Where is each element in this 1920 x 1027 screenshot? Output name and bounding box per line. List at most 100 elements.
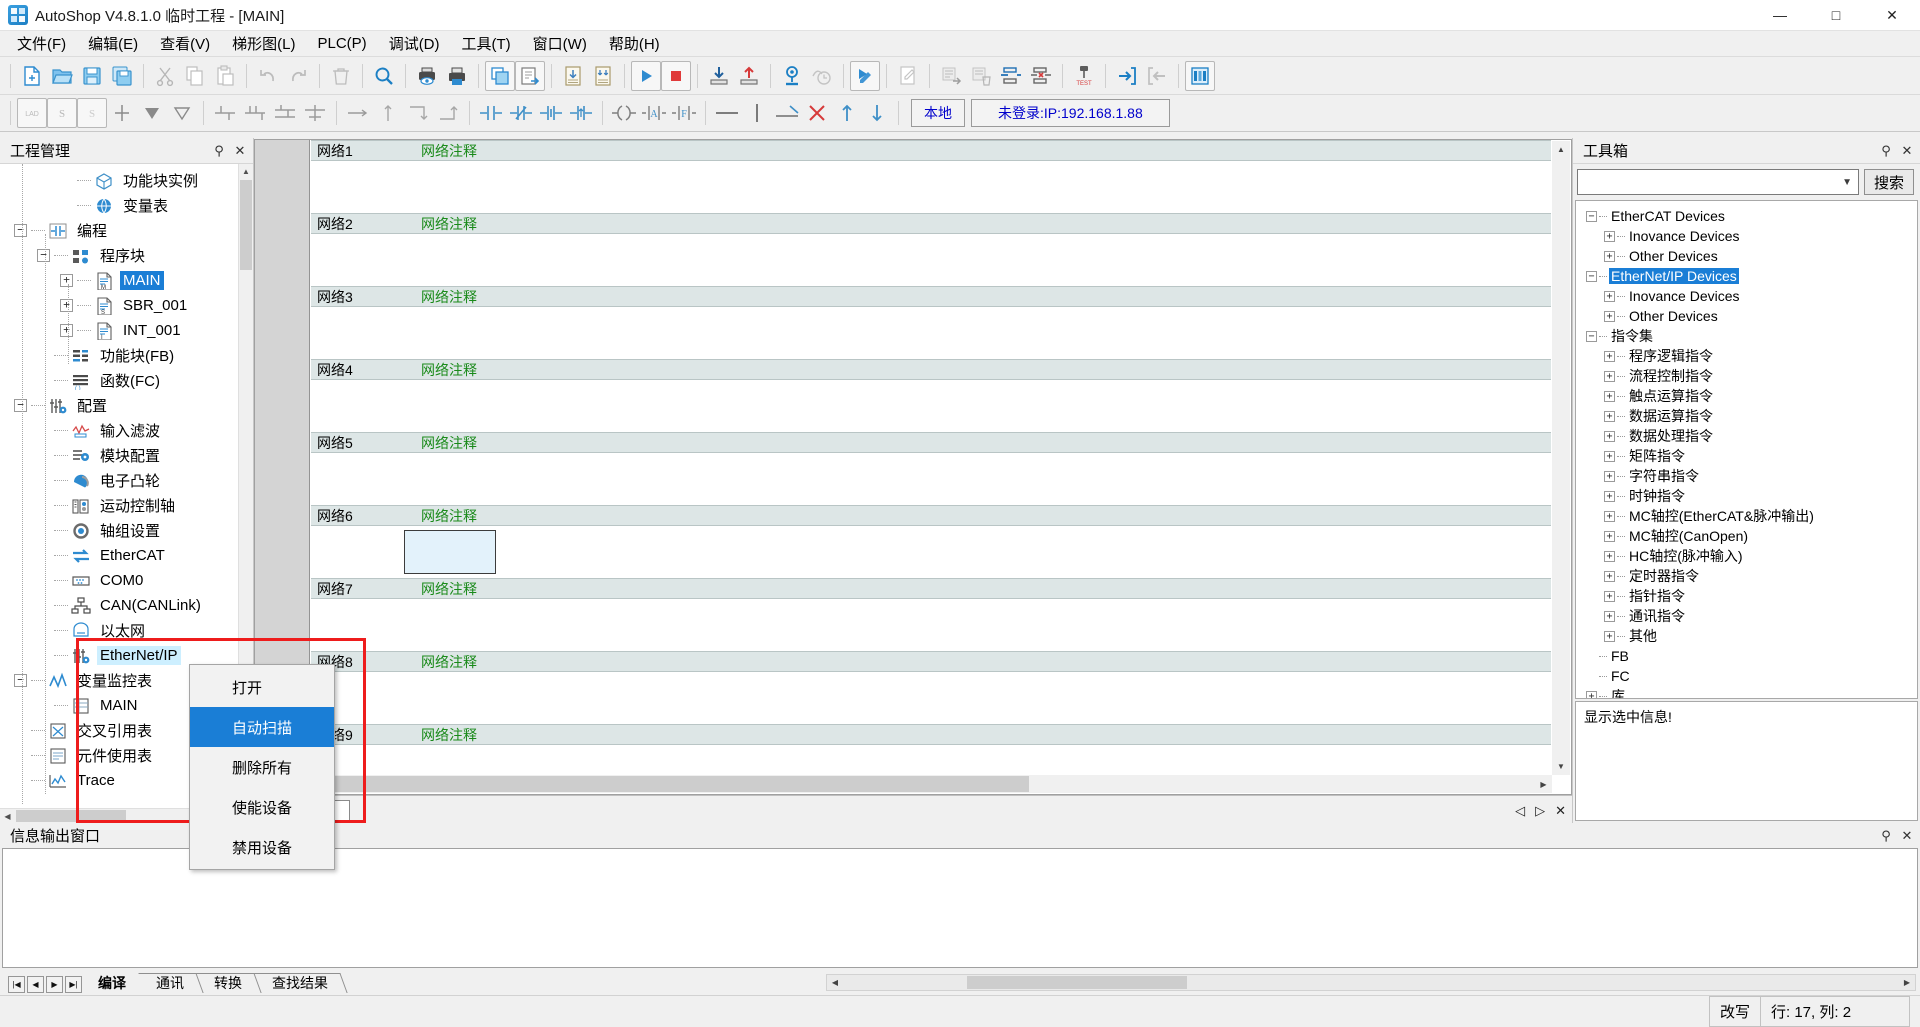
close-button[interactable]: ✕ — [1864, 0, 1920, 30]
output-tab[interactable]: 转换 — [200, 973, 258, 993]
toolbox-tree-item[interactable]: −EtherNet/IP Devices — [1582, 266, 1917, 286]
scroll-left-arrow[interactable]: ◀ — [0, 809, 15, 823]
import-data-icon[interactable] — [558, 61, 588, 91]
network-body[interactable] — [311, 380, 1551, 432]
project-tree-item[interactable]: 输入滤波 — [0, 418, 253, 443]
close-icon[interactable]: ✕ — [231, 142, 249, 160]
open-folder-icon[interactable] — [47, 61, 77, 91]
scroll-up-arrow[interactable]: ▲ — [239, 164, 253, 179]
editor-vertical-scrollbar[interactable]: ▲ ▼ — [1552, 141, 1570, 775]
run-plc-icon[interactable] — [631, 61, 661, 91]
collapse-icon[interactable]: − — [14, 399, 27, 412]
edit-online-icon[interactable] — [850, 61, 880, 91]
toolbox-tree-item[interactable]: +Other Devices — [1582, 306, 1917, 326]
expand-icon[interactable]: + — [1604, 451, 1615, 462]
delete-line-icon[interactable] — [772, 98, 802, 128]
menu-window[interactable]: 窗口(W) — [522, 30, 598, 57]
project-tree-item[interactable]: 变量表 — [0, 193, 253, 218]
network-comment[interactable]: 网络注释 — [421, 287, 477, 307]
print-icon[interactable] — [442, 61, 472, 91]
collapse-icon[interactable]: − — [14, 674, 27, 687]
expand-icon[interactable]: + — [1604, 231, 1615, 242]
network-block[interactable]: 网络8网络注释 — [311, 651, 1551, 724]
network-body[interactable] — [311, 599, 1551, 651]
add-row-icon[interactable] — [996, 61, 1026, 91]
test-usb-icon[interactable]: TEST — [1069, 61, 1099, 91]
project-tree-item[interactable]: 功能块(FB) — [0, 343, 253, 368]
vertical-tool-icon[interactable] — [742, 98, 772, 128]
scroll-right-arrow[interactable]: ▶ — [1899, 978, 1915, 987]
selected-cell[interactable] — [404, 530, 496, 574]
scroll-left-arrow[interactable]: ◀ — [827, 978, 843, 987]
toolbox-tree-item[interactable]: −EtherCAT Devices — [1582, 206, 1917, 226]
menu-view[interactable]: 查看(V) — [149, 30, 221, 57]
tab-prev-icon[interactable]: ◁ — [1513, 803, 1527, 819]
stop-plc-icon[interactable] — [661, 61, 691, 91]
menu-tools[interactable]: 工具(T) — [451, 30, 522, 57]
network-body[interactable] — [311, 234, 1551, 286]
network-body[interactable] — [311, 526, 1551, 578]
network-body[interactable] — [311, 672, 1551, 724]
search-input[interactable]: ▼ — [1577, 169, 1859, 195]
minimize-button[interactable]: — — [1752, 0, 1808, 30]
toolbox-tree-item[interactable]: +定时器指令 — [1582, 566, 1917, 586]
scroll-down-arrow[interactable]: ▼ — [1552, 758, 1570, 775]
toolbox-tree-item[interactable]: +MC轴控(EtherCAT&脉冲输出) — [1582, 506, 1917, 526]
toolbox-tree-item[interactable]: +通讯指令 — [1582, 606, 1917, 626]
collapse-icon[interactable]: − — [14, 224, 27, 237]
toolbox-tree-item[interactable]: FC — [1582, 666, 1917, 686]
ctx-enable-device[interactable]: 使能设备 — [190, 787, 334, 827]
search-icon[interactable] — [369, 61, 399, 91]
menu-debug[interactable]: 调试(D) — [378, 30, 451, 57]
network-comment[interactable]: 网络注释 — [421, 141, 477, 161]
ctx-auto-scan[interactable]: 自动扫描 — [190, 707, 334, 747]
project-tree-item[interactable]: EtherCAT — [0, 543, 253, 568]
chevron-down-icon[interactable]: ▼ — [1842, 177, 1852, 188]
project-tree-item[interactable]: −配置 — [0, 393, 253, 418]
nav-next-button[interactable]: ▶ — [46, 976, 63, 993]
nav-prev-button[interactable]: ◀ — [27, 976, 44, 993]
project-tree-item[interactable]: 功能块实例 — [0, 168, 253, 193]
monitor-icon[interactable] — [777, 61, 807, 91]
ctx-disable-device[interactable]: 禁用设备 — [190, 827, 334, 867]
network-comment[interactable]: 网络注释 — [421, 214, 477, 234]
network-body[interactable] — [311, 745, 1551, 774]
expand-icon[interactable]: + — [60, 324, 73, 337]
network-body[interactable] — [311, 453, 1551, 505]
contact-falling-icon[interactable] — [566, 98, 596, 128]
maximize-button[interactable]: □ — [1808, 0, 1864, 30]
expand-icon[interactable]: + — [1604, 591, 1615, 602]
toolbox-tree-item[interactable]: +库 — [1582, 686, 1917, 699]
network-body[interactable] — [311, 307, 1551, 359]
toolbox-tree-item[interactable]: +时钟指令 — [1582, 486, 1917, 506]
network-comment[interactable]: 网络注释 — [421, 579, 477, 599]
expand-icon[interactable]: + — [1604, 531, 1615, 542]
toolbox-tree-item[interactable]: +数据处理指令 — [1582, 426, 1917, 446]
expand-icon[interactable]: + — [1604, 491, 1615, 502]
collapse-icon[interactable]: − — [1586, 331, 1597, 342]
network-comment[interactable]: 网络注释 — [421, 652, 477, 672]
menu-plc[interactable]: PLC(P) — [307, 32, 378, 55]
menu-ladder[interactable]: 梯形图(L) — [221, 30, 306, 57]
upload-from-plc-icon[interactable] — [734, 61, 764, 91]
pin-icon[interactable]: ⚲ — [1877, 827, 1895, 845]
delete-row-icon[interactable] — [1026, 61, 1056, 91]
print-preview-icon[interactable] — [412, 61, 442, 91]
project-tree-item[interactable]: 轴组设置 — [0, 518, 253, 543]
pin-icon[interactable]: ⚲ — [210, 142, 228, 160]
scroll-thumb-horizontal[interactable] — [16, 810, 126, 822]
contact-nc-icon[interactable] — [506, 98, 536, 128]
expand-icon[interactable]: + — [1604, 631, 1615, 642]
tab-close-icon[interactable]: ✕ — [1553, 803, 1568, 819]
network-block[interactable]: 网络5网络注释 — [311, 432, 1551, 505]
toolbox-tree-item[interactable]: +触点运算指令 — [1582, 386, 1917, 406]
project-tree-item[interactable]: 运动控制轴 — [0, 493, 253, 518]
collapse-icon[interactable]: − — [1586, 211, 1597, 222]
collapse-icon[interactable]: − — [1586, 271, 1597, 282]
delete-element-icon[interactable] — [802, 98, 832, 128]
project-tree-item[interactable]: COM0 — [0, 568, 253, 593]
toolbox-tree-item[interactable]: +MC轴控(CanOpen) — [1582, 526, 1917, 546]
new-file-icon[interactable] — [17, 61, 47, 91]
login-status-button[interactable]: 未登录:IP:192.168.1.88 — [971, 99, 1170, 127]
line-tool-icon[interactable] — [712, 98, 742, 128]
